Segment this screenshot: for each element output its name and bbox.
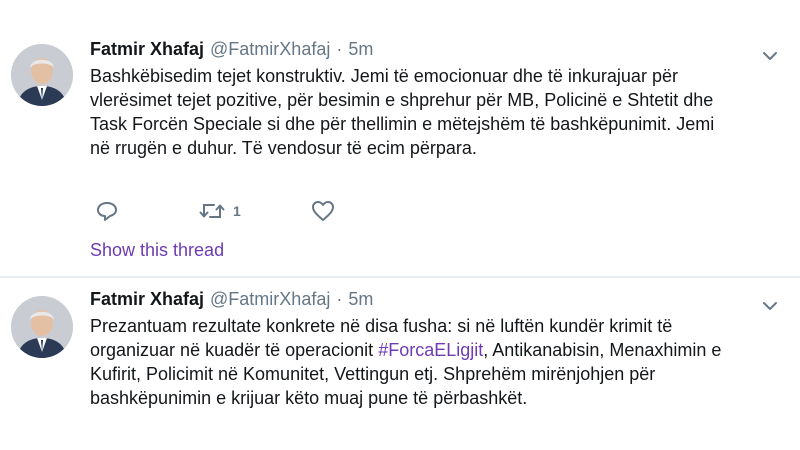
chevron-down-icon[interactable] <box>762 300 778 312</box>
tweet-text-line: organizuar në kuadër të operacionit #For… <box>90 338 790 362</box>
tweet-text-line: Bashkëbisedim tejet konstruktiv. Jemi të… <box>90 66 678 86</box>
tweet-text-line: vlerësimet tejet pozitive, për besimin e… <box>90 90 714 110</box>
avatar[interactable] <box>11 296 73 358</box>
tweet-header: Fatmir Xhafaj @FatmirXhafaj · 5m <box>90 288 373 310</box>
tweet-text-line: Task Forcën Speciale si dhe për thellimi… <box>90 114 715 134</box>
avatar-portrait-icon <box>11 44 73 106</box>
tweet-text-line: Prezantuam rezultate konkrete në disa fu… <box>90 316 673 336</box>
tweet-text-segment: , Antikanabisin, Menaxhimin e <box>483 340 722 360</box>
avatar-portrait-icon <box>11 296 73 358</box>
author-name[interactable]: Fatmir Xhafaj <box>90 289 204 309</box>
separator-dot: · <box>336 39 343 59</box>
tweet-text-segment: organizuar në kuadër të operacionit <box>90 340 374 360</box>
retweet-icon <box>199 204 225 218</box>
tweet-text: Prezantuam rezultate konkrete në disa fu… <box>90 314 790 410</box>
author-handle[interactable]: @FatmirXhafaj <box>210 39 330 59</box>
tweet-text-line: bashkëpunimin e krijuar këto muaj pune t… <box>90 388 528 408</box>
tweet-text-line: në rrugën e duhur. Të vendosur të ecim p… <box>90 138 477 158</box>
hashtag-link[interactable]: #ForcaELigjit <box>378 340 483 360</box>
reply-icon <box>97 202 117 221</box>
tweet-header: Fatmir Xhafaj @FatmirXhafaj · 5m <box>90 38 373 60</box>
reply-button[interactable] <box>95 198 119 224</box>
chevron-down-icon[interactable] <box>762 50 778 62</box>
tweet[interactable]: Fatmir Xhafaj @FatmirXhafaj · 5m Prezantuam… <box>0 276 800 450</box>
tweet-text: Bashkëbisedim tejet konstruktiv. Jemi të… <box>90 64 790 160</box>
avatar[interactable] <box>11 44 73 106</box>
retweet-button[interactable]: 1 <box>199 198 241 224</box>
like-button[interactable] <box>311 198 335 224</box>
author-name[interactable]: Fatmir Xhafaj <box>90 39 204 59</box>
author-handle[interactable]: @FatmirXhafaj <box>210 289 330 309</box>
separator-dot: · <box>336 289 343 309</box>
retweet-count: 1 <box>233 203 241 219</box>
tweet-timestamp[interactable]: 5m <box>348 289 373 309</box>
tweet-text-line: Kufirit, Policimit në Komunitet, Vetting… <box>90 364 656 384</box>
tweet[interactable]: Fatmir Xhafaj @FatmirXhafaj · 5m Bashkëbise… <box>0 0 800 276</box>
tweet-timestamp[interactable]: 5m <box>348 39 373 59</box>
heart-icon <box>312 201 334 221</box>
show-thread-link[interactable]: Show this thread <box>90 240 224 261</box>
